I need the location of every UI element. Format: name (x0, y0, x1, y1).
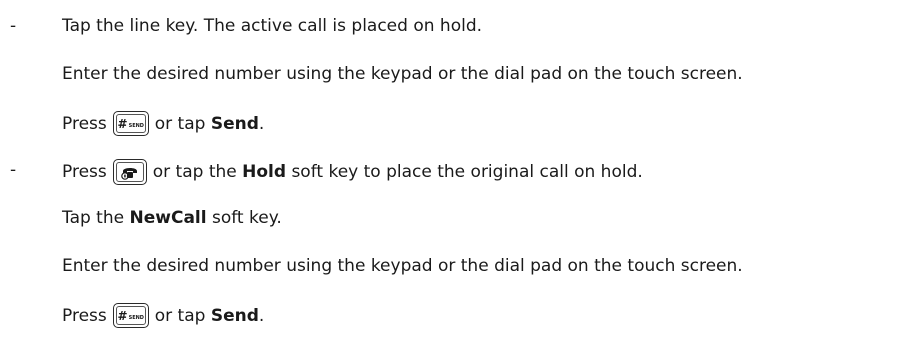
newcall-target: NewCall (129, 208, 207, 228)
send-target: Send (210, 305, 259, 326)
hold-target: Hold (242, 162, 287, 182)
step-press-send: Press # SEND or tap Send. (62, 111, 264, 136)
hash-symbol: # (117, 116, 128, 131)
step-text: Tap the line key. The active call is pla… (62, 15, 482, 37)
period: . (258, 113, 265, 134)
step-text: Enter the desired number using the keypa… (62, 255, 743, 277)
send-target: Send (210, 113, 259, 134)
send-sub-label: SEND (128, 314, 144, 321)
hash-symbol: # (117, 308, 128, 323)
or-tap-label: or tap the (152, 162, 237, 182)
press-label: Press (62, 162, 107, 182)
hash-send-key-icon: # SEND (112, 111, 149, 136)
bullet-marker: - (10, 16, 17, 36)
phone-hold-icon (120, 168, 137, 180)
step-press-hold: Press or tap the Hold soft key to place … (62, 159, 643, 185)
soft-key-label: soft key. (211, 208, 282, 228)
step-press-send: Press # SEND or tap Send. (62, 303, 264, 328)
step-line-key: Tap the line key. The active call is pla… (62, 16, 483, 36)
bullet-marker: - (10, 160, 17, 180)
send-sub-label: SEND (128, 122, 144, 129)
tap-the-label: Tap the (62, 208, 125, 228)
press-label: Press (62, 113, 107, 134)
hold-key-icon (112, 159, 147, 185)
step-enter-number: Enter the desired number using the keypa… (62, 256, 743, 276)
step-newcall: Tap the NewCall soft key. (62, 207, 282, 229)
period: . (258, 305, 265, 326)
step-enter-number: Enter the desired number using the keypa… (62, 64, 743, 84)
step-text: Enter the desired number using the keypa… (62, 63, 743, 85)
or-tap-label: or tap (154, 113, 206, 134)
or-tap-label: or tap (154, 305, 206, 326)
hold-description: soft key to place the original call on h… (291, 162, 643, 182)
hash-send-key-icon: # SEND (112, 303, 149, 328)
press-label: Press (62, 305, 107, 326)
instruction-document: - Tap the line key. The active call is p… (0, 0, 901, 351)
